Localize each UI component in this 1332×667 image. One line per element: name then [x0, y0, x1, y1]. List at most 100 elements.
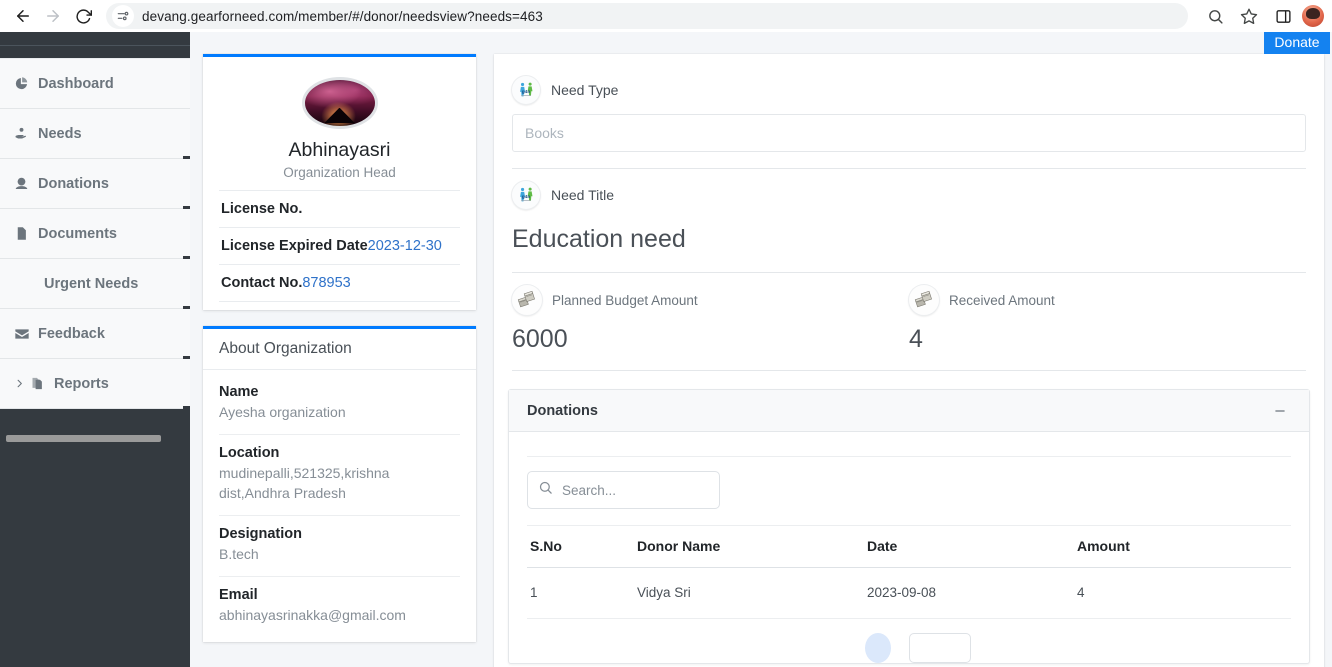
license-no-row: License No. [219, 190, 460, 227]
received-amount-value: 4 [909, 325, 923, 353]
reports-icon [30, 376, 52, 391]
about-value: mudinepalli,521325,krishna dist,Andhra P… [219, 464, 390, 501]
left-column: Abhinayasri Organization Head License No… [203, 54, 476, 667]
sidebar-item-label: Feedback [38, 325, 105, 342]
sidebar-menu: Dashboard Needs Donations Documents Urge… [0, 58, 190, 409]
sidebar-item-urgent-needs[interactable]: Urgent Needs [0, 259, 190, 309]
received-amount-header: Received Amount [909, 285, 1306, 315]
column-header-date[interactable]: Date [867, 525, 1077, 568]
sidebar-item-label: Documents [38, 225, 117, 242]
profile-name: Abhinayasri [288, 139, 391, 161]
table-header-row: S.No Donor Name Date Amount [527, 525, 1291, 568]
sidebar: Dashboard Needs Donations Documents Urge… [0, 32, 190, 667]
about-block-email: Email abhinayasrinakka@gmail.com [219, 575, 460, 637]
document-icon [14, 226, 36, 241]
search-icon [538, 480, 553, 500]
avatar-wrapper [219, 69, 460, 133]
cell-donor-name: Vidya Sri [637, 567, 867, 619]
about-organization-title: About Organization [203, 329, 476, 370]
donations-search-zone: Search... [527, 457, 1291, 525]
sidebar-item-reports[interactable]: Reports [0, 359, 190, 409]
search-placeholder: Search... [562, 482, 617, 498]
sidebar-item-label: Dashboard [38, 75, 114, 92]
about-value: abhinayasrinakka@gmail.com [219, 606, 406, 623]
need-type-block: g4n Need Type Books [494, 64, 1324, 152]
contact-no-value: 878953 [302, 275, 351, 291]
address-bar[interactable]: devang.gearforneed.com/member/#/donor/ne… [106, 3, 1188, 29]
sidebar-item-dashboard[interactable]: Dashboard [0, 59, 190, 109]
sidebar-top-band [0, 32, 190, 46]
about-value: B.tech [219, 545, 259, 562]
table-row[interactable]: 1 Vidya Sri 2023-09-08 4 [527, 567, 1291, 619]
browser-toolbar: devang.gearforneed.com/member/#/donor/ne… [0, 0, 1332, 32]
cell-date: 2023-09-08 [867, 567, 1077, 619]
about-label: Designation [219, 525, 302, 542]
license-expiry-value: 2023-12-30 [367, 238, 442, 254]
sidebar-item-donations[interactable]: Donations [0, 159, 190, 209]
sidebar-horizontal-scrollbar[interactable] [6, 435, 161, 442]
need-detail-panel: g4n Need Type Books g4n Need Title Educa… [494, 54, 1324, 667]
about-value: Ayesha organization [219, 404, 346, 420]
amounts-row: Planned Budget Amount 6000 Received Amou… [494, 273, 1324, 354]
need-title-block: g4n Need Title Education need [494, 169, 1324, 256]
donations-card: Donations Search... S.No Donor Name Date… [508, 389, 1310, 664]
need-title-value: Education need [512, 225, 686, 253]
side-panel-icon[interactable] [1268, 1, 1298, 31]
sidebar-top-band-2 [0, 46, 190, 58]
money-stack-icon [512, 285, 542, 315]
profile-role: Organization Head [283, 165, 396, 180]
sidebar-item-label: Needs [38, 125, 82, 142]
gearforneed-logo-icon: g4n [512, 181, 540, 209]
need-type-label: Need Type [551, 82, 619, 98]
about-organization-body: Name Ayesha organization Location mudine… [203, 370, 476, 636]
organization-avatar-image [301, 77, 378, 129]
profile-avatar-icon[interactable] [1302, 5, 1324, 27]
donations-table-body: 1 Vidya Sri 2023-09-08 4 [527, 567, 1291, 619]
forward-button[interactable] [38, 1, 68, 31]
star-icon[interactable] [1234, 1, 1264, 31]
donations-table: S.No Donor Name Date Amount 1 Vidya Sri … [527, 525, 1291, 619]
sidebar-item-label: Reports [54, 375, 109, 392]
zoom-search-icon[interactable] [1200, 1, 1230, 31]
minus-icon[interactable] [1269, 400, 1291, 422]
page-body: Dashboard Needs Donations Documents Urge… [0, 32, 1332, 667]
need-title-label: Need Title [551, 187, 615, 203]
site-settings-icon[interactable] [112, 5, 134, 27]
about-organization-card: About Organization Name Ayesha organizat… [203, 326, 476, 643]
back-button[interactable] [8, 1, 38, 31]
page-size-input[interactable] [909, 633, 971, 663]
donate-button[interactable]: Donate [1264, 32, 1330, 54]
pagination-spinner-icon [865, 633, 891, 663]
need-type-input[interactable]: Books [512, 114, 1306, 152]
chevron-right-icon [14, 378, 30, 389]
column-header-amount[interactable]: Amount [1077, 525, 1291, 568]
sidebar-item-needs[interactable]: Needs [0, 109, 190, 159]
column-header-sno[interactable]: S.No [527, 525, 637, 568]
license-expiry-row: License Expired Date2023-12-30 [219, 227, 460, 264]
sidebar-item-documents[interactable]: Documents [0, 209, 190, 259]
hand-heart-icon [14, 126, 36, 141]
received-amount-label: Received Amount [949, 292, 1055, 308]
about-label: Email [219, 586, 258, 603]
search-input[interactable]: Search... [527, 471, 720, 509]
about-block-designation: Designation B.tech [219, 514, 460, 576]
profile-card: Abhinayasri Organization Head License No… [203, 54, 476, 310]
sidebar-item-feedback[interactable]: Feedback [0, 309, 190, 359]
gearforneed-logo-icon: g4n [512, 76, 540, 104]
license-no-label: License No. [221, 201, 303, 217]
pie-chart-icon [14, 76, 36, 91]
donations-table-wrapper: Search... S.No Donor Name Date Amount 1 … [527, 456, 1291, 663]
envelope-icon [14, 326, 36, 342]
cell-amount: 4 [1077, 567, 1291, 619]
svg-text:g4n: g4n [522, 89, 531, 95]
sidebar-item-label: Urgent Needs [44, 275, 139, 292]
pagination-row [527, 619, 1291, 663]
sidebar-item-label: Donations [38, 175, 109, 192]
column-header-donor-name[interactable]: Donor Name [637, 525, 867, 568]
money-stack-icon [909, 285, 939, 315]
planned-budget-label: Planned Budget Amount [552, 292, 698, 308]
cell-sno: 1 [527, 567, 637, 619]
reload-button[interactable] [68, 1, 98, 31]
about-label: Name [219, 384, 259, 400]
donations-card-header[interactable]: Donations [509, 390, 1309, 432]
